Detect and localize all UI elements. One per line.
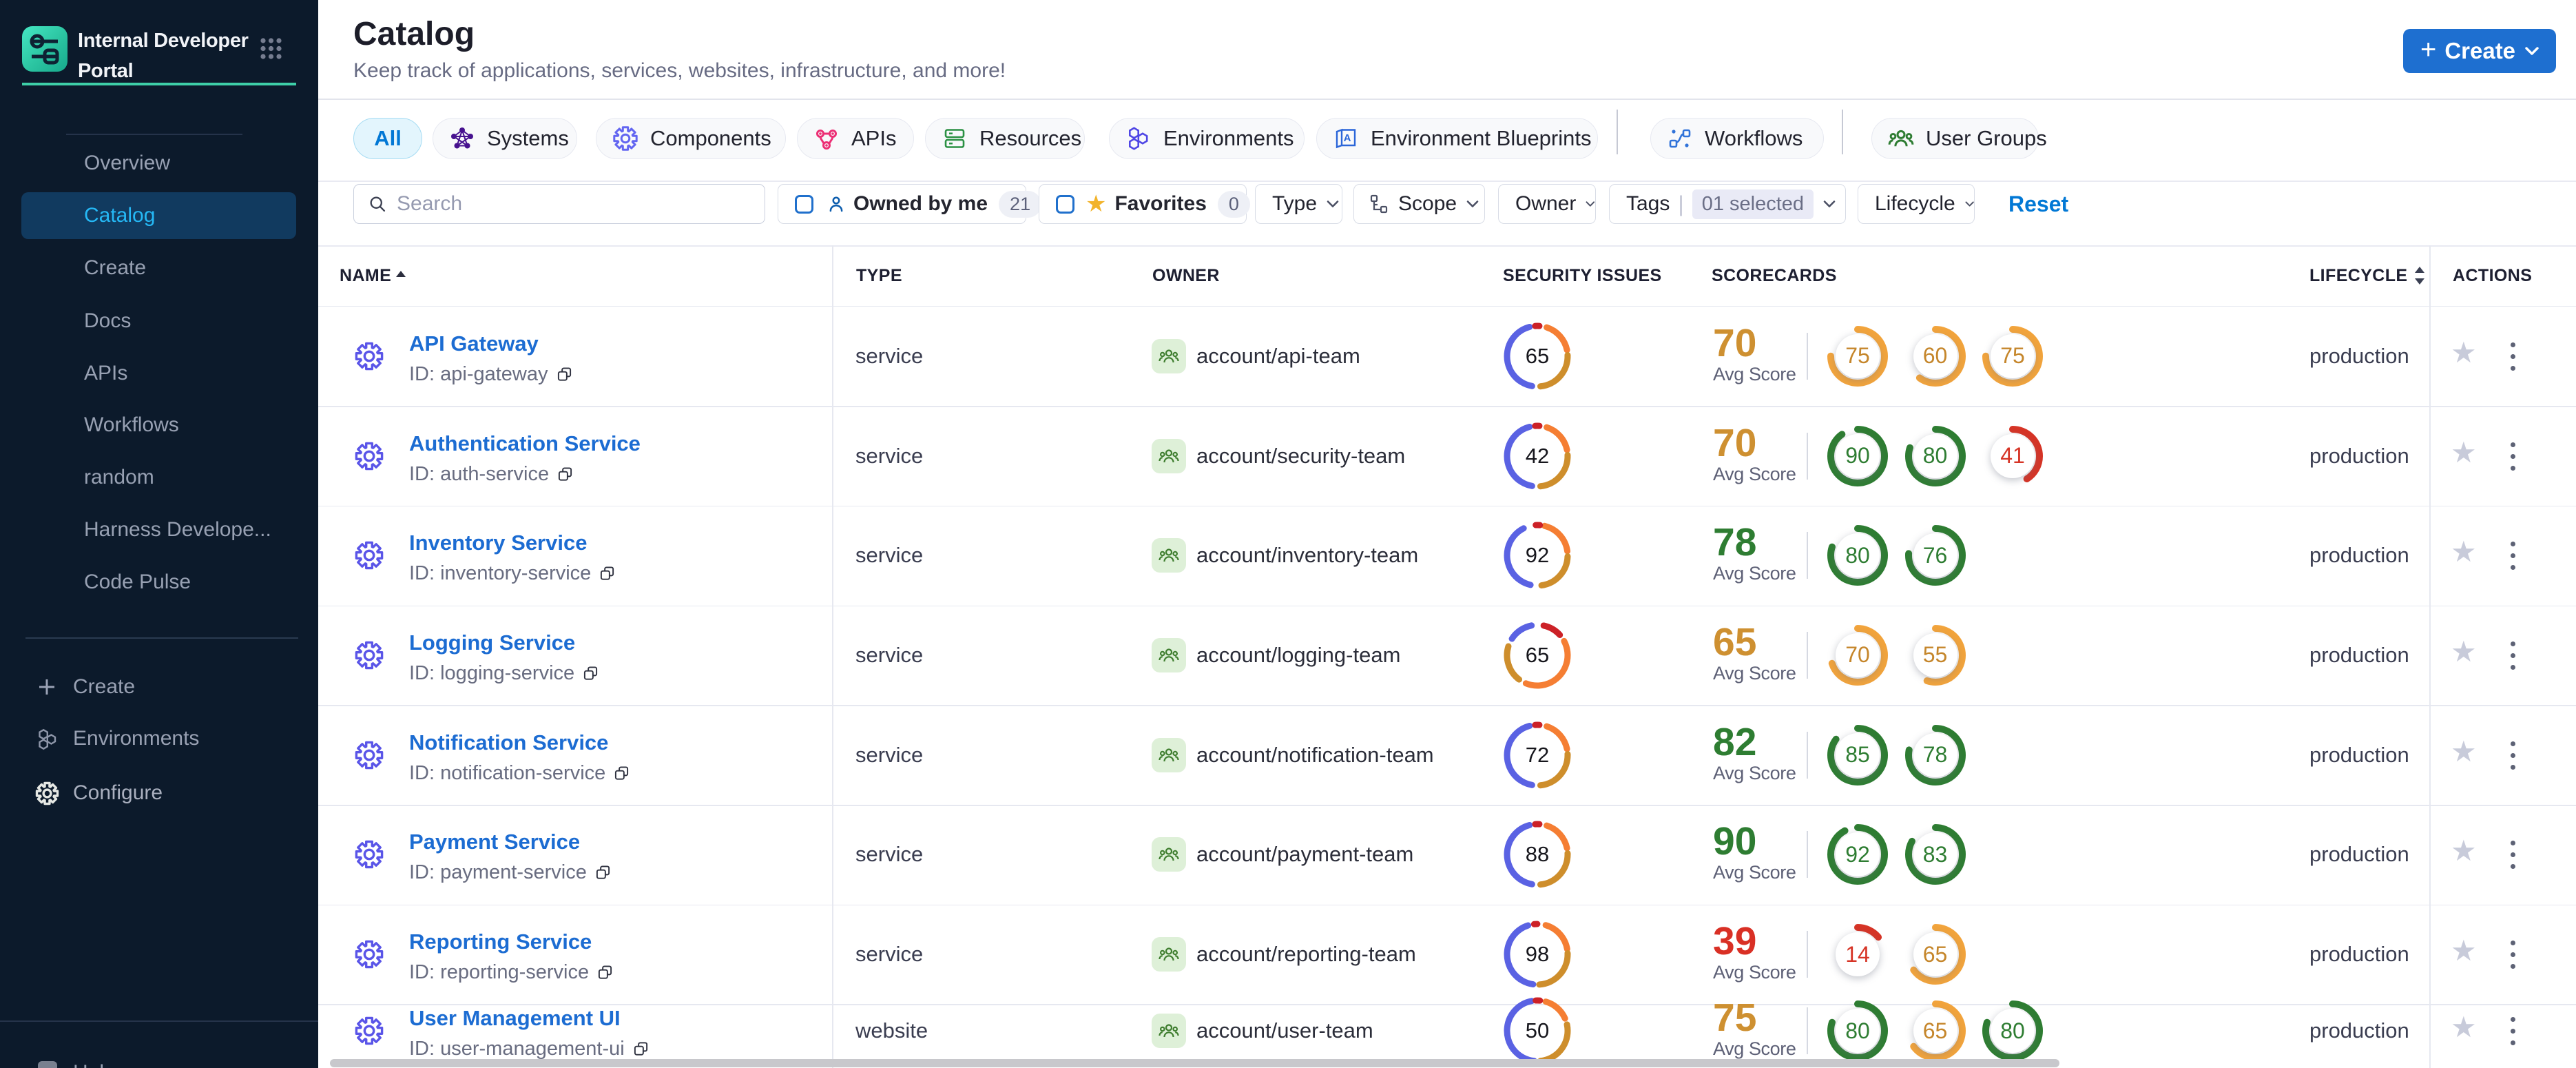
svg-text:A: A [1344, 132, 1351, 144]
